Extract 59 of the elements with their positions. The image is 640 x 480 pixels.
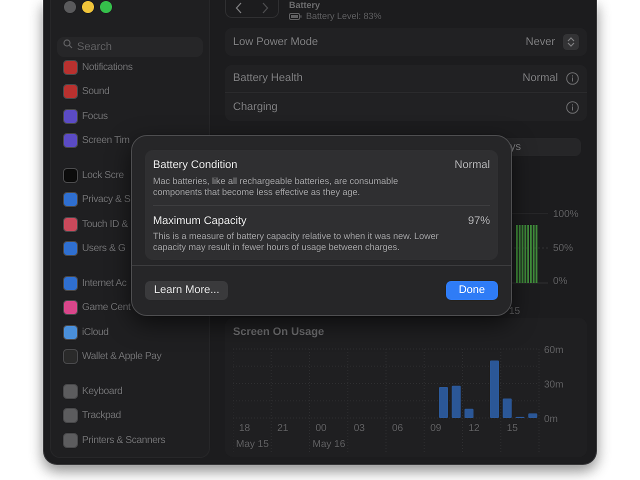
info-title: Maximum Capacity — [153, 214, 247, 228]
info-description: Mac batteries, like all rechargeable batteries, are consumable components that become less effective as they age. — [153, 176, 400, 198]
window-close-button[interactable] — [64, 1, 76, 13]
info-description: This is a measure of battery capacity relative to when it was new. Lower capacity may result in fewer hours of usage between charges. — [153, 231, 440, 253]
navigation-buttons[interactable] — [225, 0, 279, 18]
setting-value: Never — [526, 34, 555, 50]
axis-label: 03 — [354, 422, 365, 434]
axis-label: 100% — [553, 208, 579, 222]
axis-label: 50% — [553, 242, 574, 256]
axis-label: 00 — [316, 422, 327, 434]
search-icon — [63, 39, 73, 49]
info-value: 97% — [468, 214, 490, 228]
axis-label: 12 — [468, 422, 480, 434]
sidebar-item[interactable]: iCloud — [57, 320, 203, 344]
sidebar-item[interactable]: Notifications — [57, 55, 203, 80]
date-label: May 16 — [312, 438, 346, 450]
info-icon[interactable] — [566, 72, 579, 85]
axis-label: 15 — [509, 305, 520, 319]
info-title: Battery Condition — [153, 158, 238, 173]
stepper-icon[interactable] — [563, 34, 579, 50]
done-button[interactable]: Done — [446, 281, 498, 300]
usage-bar — [528, 412, 538, 418]
search-field[interactable]: Search — [57, 37, 203, 57]
back-icon[interactable] — [235, 2, 243, 14]
page-title: Battery — [289, 0, 322, 10]
usage-bar — [490, 360, 499, 418]
usage-bar — [452, 385, 461, 418]
forward-icon[interactable] — [261, 2, 269, 14]
sidebar-item[interactable]: Printers & Scanners — [57, 428, 203, 452]
sidebar-item[interactable]: Keyboard — [57, 379, 203, 404]
info-icon[interactable] — [566, 100, 579, 114]
setting-label: Low Power Mode — [233, 34, 318, 50]
axis-label: 0% — [553, 275, 568, 289]
setting-label: Battery Health — [233, 71, 303, 86]
axis-label: 06 — [392, 422, 404, 434]
learn-more-button[interactable]: Learn More... — [145, 281, 228, 300]
axis-label: 21 — [277, 422, 288, 434]
setting-label: Charging — [233, 100, 278, 115]
sidebar-item[interactable]: Trackpad — [57, 404, 203, 428]
battery-icon — [289, 13, 302, 20]
axis-label: 0m — [544, 414, 558, 424]
usage-bar — [502, 398, 512, 418]
sidebar-item[interactable]: Wallet & Apple Pay — [57, 344, 203, 369]
axis-label: 15 — [506, 422, 518, 434]
date-label: May 15 — [236, 438, 269, 450]
info-value: Normal — [454, 158, 490, 173]
sidebar-item[interactable]: Focus — [57, 104, 203, 128]
window-zoom-button[interactable] — [100, 1, 112, 13]
sidebar-item[interactable]: Sound — [57, 80, 203, 104]
usage-bar — [464, 408, 474, 418]
battery-level-text: Battery Level: 83% — [306, 12, 382, 21]
axis-label: 30m — [544, 379, 564, 390]
setting-value: Normal — [522, 71, 558, 86]
axis-label: 60m — [544, 344, 564, 356]
usage-bar — [439, 386, 448, 418]
window-minimize-button[interactable] — [82, 1, 94, 13]
axis-label: 18 — [239, 422, 250, 434]
usage-title: Screen On Usage — [233, 325, 326, 340]
axis-label: 09 — [430, 422, 442, 434]
